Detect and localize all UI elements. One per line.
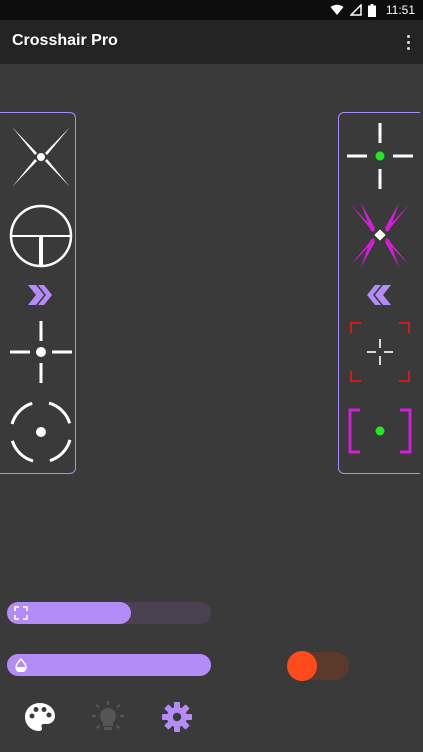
wifi-icon bbox=[330, 4, 344, 15]
palette-icon[interactable] bbox=[23, 700, 57, 734]
prev-arrow-icon[interactable] bbox=[365, 283, 393, 307]
red-corner-crosshair-option[interactable] bbox=[349, 321, 411, 383]
size-slider[interactable] bbox=[7, 602, 211, 624]
left-crosshair-panel bbox=[0, 112, 76, 474]
brightness-icon[interactable] bbox=[91, 700, 125, 734]
opacity-slider-fill bbox=[7, 654, 211, 676]
scope-crosshair-option[interactable] bbox=[8, 203, 74, 269]
opacity-slider[interactable] bbox=[7, 654, 211, 676]
app-bar: Crosshair Pro bbox=[0, 20, 423, 64]
green-dot-cross-option[interactable] bbox=[347, 123, 413, 189]
status-icons: 11:51 bbox=[330, 2, 415, 18]
overlay-toggle[interactable] bbox=[287, 650, 349, 682]
magenta-x-option[interactable] bbox=[347, 201, 413, 269]
circle-dot-crosshair-option[interactable] bbox=[8, 399, 74, 465]
cross-dot-crosshair-option[interactable] bbox=[8, 319, 74, 385]
status-bar: 11:51 bbox=[0, 0, 423, 20]
magenta-bracket-option[interactable] bbox=[347, 407, 413, 455]
settings-icon[interactable] bbox=[160, 700, 194, 734]
overflow-menu-icon[interactable] bbox=[401, 30, 415, 54]
battery-icon bbox=[367, 3, 376, 17]
next-arrow-icon[interactable] bbox=[26, 283, 54, 307]
app-title: Crosshair Pro bbox=[12, 32, 118, 49]
right-crosshair-panel bbox=[338, 112, 420, 474]
toggle-thumb bbox=[287, 651, 317, 681]
opacity-drop-icon bbox=[15, 658, 27, 672]
status-time: 11:51 bbox=[385, 3, 415, 17]
signal-icon bbox=[349, 4, 362, 16]
x-crosshair-option[interactable] bbox=[8, 123, 74, 191]
expand-icon bbox=[14, 606, 28, 620]
